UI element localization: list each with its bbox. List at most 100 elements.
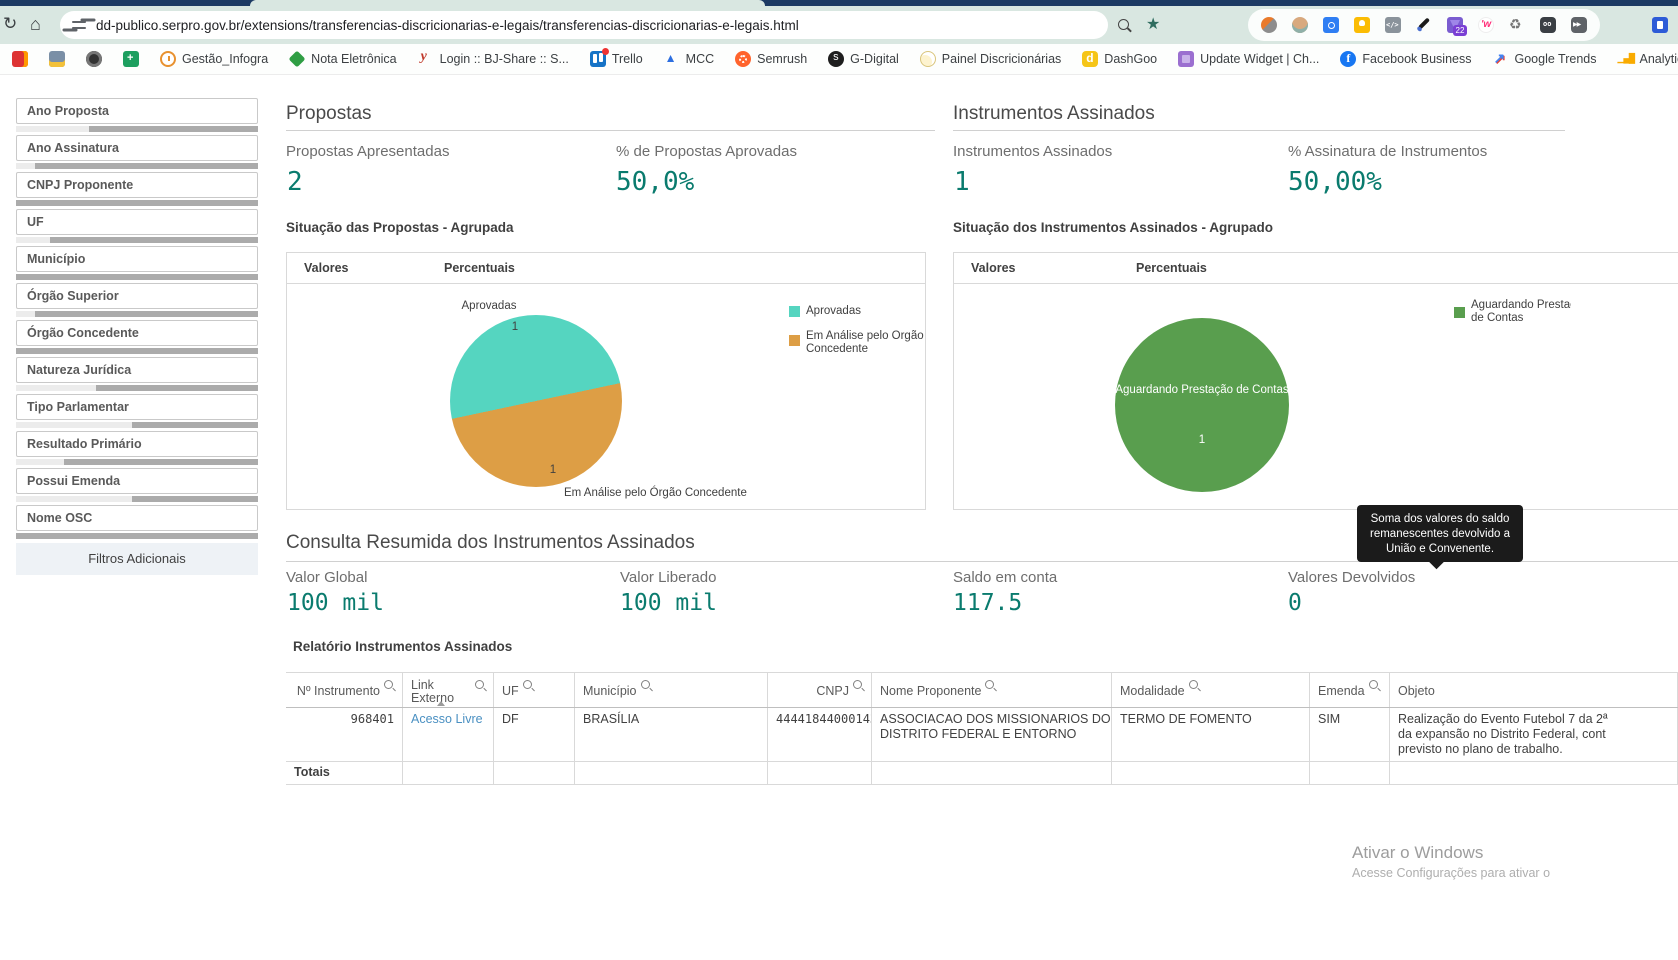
bookmark-item[interactable]: Painel Discricionárias <box>920 51 1062 67</box>
keep-ext-icon[interactable] <box>1354 17 1370 33</box>
filter-box[interactable]: Natureza Jurídica <box>16 357 258 383</box>
swirl-ext-icon[interactable] <box>1261 17 1277 33</box>
search-icon[interactable] <box>985 680 997 692</box>
bookmark-item[interactable]: Analytics <box>1617 51 1678 67</box>
filter-box[interactable]: Possui Emenda <box>16 468 258 494</box>
bookmark-star-icon[interactable]: ★ <box>1146 14 1160 34</box>
dropper-ext-icon[interactable] <box>1416 17 1432 33</box>
column-header-5[interactable]: Nome Proponente <box>872 673 1112 707</box>
avatar-ext-icon[interactable] <box>1292 17 1308 33</box>
tab-valores-propostas[interactable]: Valores <box>304 261 348 275</box>
filter-scrollbar-thumb <box>16 200 258 206</box>
column-header-4[interactable]: CNPJ <box>768 673 872 707</box>
filter-box[interactable]: CNPJ Proponente <box>16 172 258 198</box>
bookmark-item[interactable]: Login :: BJ-Share :: S... <box>418 51 569 67</box>
bookmark-item[interactable] <box>123 51 139 67</box>
cell-line: da expansão no Distrito Federal, cont <box>1398 727 1669 742</box>
home-icon[interactable]: ⌂ <box>30 14 41 35</box>
bookmark-item[interactable] <box>49 51 65 67</box>
filter-scrollbar[interactable] <box>16 459 258 465</box>
search-icon[interactable] <box>641 680 653 692</box>
tooltip-line: Soma dos valores do saldo <box>1357 512 1523 527</box>
filter-scrollbar[interactable] <box>16 385 258 391</box>
filtros-adicionais-button[interactable]: Filtros Adicionais <box>16 543 258 575</box>
tab-valores-instrumentos[interactable]: Valores <box>971 261 1015 275</box>
filter-scrollbar[interactable] <box>16 496 258 502</box>
bookmark-item[interactable]: Gestão_Infogra <box>160 51 268 67</box>
bookmark-item[interactable]: Update Widget | Ch... <box>1178 51 1319 67</box>
table-cell-1[interactable]: Acesso Livre <box>403 708 494 761</box>
filter-scrollbar[interactable] <box>16 274 258 280</box>
filter-scrollbar[interactable] <box>16 126 258 132</box>
search-icon[interactable] <box>853 680 865 692</box>
bookmark-item[interactable]: Trello <box>590 51 643 67</box>
column-header-1[interactable]: Link Externo <box>403 673 494 707</box>
bookmark-item[interactable] <box>86 51 102 67</box>
column-header-7[interactable]: Emenda <box>1310 673 1390 707</box>
bookmark-label: Painel Discricionárias <box>942 52 1062 66</box>
browser-window: ↻ ⌂ dd-publico.serpro.gov.br/extensions/… <box>0 0 1678 960</box>
wave-ext-icon[interactable] <box>1478 17 1494 33</box>
blue-partial-ext-icon[interactable] <box>1652 17 1668 33</box>
filter-scrollbar[interactable] <box>16 348 258 354</box>
propostas-pie-chart[interactable] <box>450 315 622 487</box>
column-header-0[interactable]: Nº Instrumento <box>286 673 403 707</box>
kpi-saldo-label: Saldo em conta <box>953 569 1057 586</box>
bookmark-label: G-Digital <box>850 52 899 66</box>
filter-scrollbar[interactable] <box>16 422 258 428</box>
filter-box[interactable]: Tipo Parlamentar <box>16 394 258 420</box>
search-icon[interactable] <box>1189 680 1201 692</box>
tag-ext-icon[interactable] <box>1323 17 1339 33</box>
bookmark-item[interactable]: G-Digital <box>828 51 899 67</box>
column-header-6[interactable]: Modalidade <box>1112 673 1310 707</box>
filter-scrollbar[interactable] <box>16 200 258 206</box>
filter-box[interactable]: Resultado Primário <box>16 431 258 457</box>
facebook-icon <box>1340 51 1356 67</box>
column-header-label: Nº Instrumento <box>297 685 380 698</box>
address-bar[interactable]: dd-publico.serpro.gov.br/extensions/tran… <box>60 11 1108 39</box>
column-header-8[interactable]: Objeto <box>1390 673 1678 707</box>
column-header-2[interactable]: UF <box>494 673 575 707</box>
bookmark-item[interactable]: MCC <box>664 51 714 67</box>
filter-scrollbar[interactable] <box>16 237 258 243</box>
filter-scrollbar[interactable] <box>16 311 258 317</box>
robot-ext-icon[interactable] <box>1540 17 1556 33</box>
filter-box[interactable]: Ano Assinatura <box>16 135 258 161</box>
kpi-saldo-value: 117.5 <box>953 590 1022 616</box>
bookmark-item[interactable]: DashGoo <box>1082 51 1157 67</box>
recycle-ext-icon[interactable] <box>1509 17 1525 33</box>
totals-cell-8 <box>1390 762 1678 784</box>
filter-box[interactable]: Nome OSC <box>16 505 258 531</box>
filter-box[interactable]: Órgão Superior <box>16 283 258 309</box>
filter-box[interactable]: Município <box>16 246 258 272</box>
filter-box[interactable]: Órgão Concedente <box>16 320 258 346</box>
filter-scrollbar[interactable] <box>16 533 258 539</box>
url-text[interactable]: dd-publico.serpro.gov.br/extensions/tran… <box>96 18 799 33</box>
filter-box[interactable]: UF <box>16 209 258 235</box>
table-cell-5: ASSOCIACAO DOS MISSIONARIOS DODISTRITO F… <box>872 708 1112 761</box>
bookmark-item[interactable]: Google Trends <box>1492 51 1596 67</box>
bookmark-item[interactable]: Semrush <box>735 51 807 67</box>
search-icon[interactable] <box>475 680 487 692</box>
table-cell-2: DF <box>494 708 575 761</box>
tab-percentuais-propostas[interactable]: Percentuais <box>444 261 515 275</box>
table-row: 968401Acesso LivreDFBRASÍLIA444418440001… <box>286 708 1678 762</box>
instrumentos-pie-chart[interactable] <box>1115 318 1289 492</box>
column-header-3[interactable]: Município <box>575 673 768 707</box>
search-icon[interactable] <box>1369 680 1381 692</box>
filter-scrollbar[interactable] <box>16 163 258 169</box>
site-settings-icon[interactable] <box>72 19 86 31</box>
filter-label: UF <box>27 215 44 229</box>
zoom-icon[interactable] <box>1118 19 1129 30</box>
bookmark-item[interactable] <box>12 51 28 67</box>
bookmark-item[interactable]: Nota Eletrônica <box>289 51 396 67</box>
search-icon[interactable] <box>523 680 535 692</box>
forward-ext-icon[interactable] <box>1571 17 1587 33</box>
code-ext-icon[interactable] <box>1385 17 1401 33</box>
reload-icon[interactable]: ↻ <box>3 14 17 34</box>
search-icon[interactable] <box>384 680 396 692</box>
stack-ext-icon[interactable]: 22 <box>1447 17 1463 33</box>
filter-box[interactable]: Ano Proposta <box>16 98 258 124</box>
bookmark-item[interactable]: Facebook Business <box>1340 51 1471 67</box>
tab-percentuais-instrumentos[interactable]: Percentuais <box>1136 261 1207 275</box>
